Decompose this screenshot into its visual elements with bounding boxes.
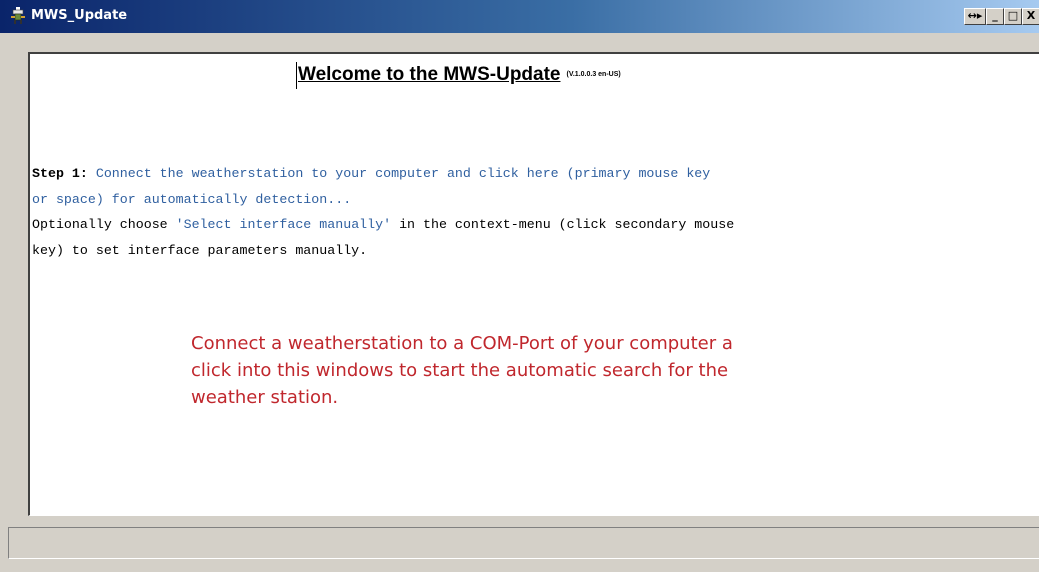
optional-line2: key) to set interface parameters manuall… [32, 242, 368, 258]
minimize-button[interactable]: _ [986, 8, 1004, 25]
dock-button[interactable]: ↔▸ [964, 8, 986, 25]
optional-suffix: in the context-menu (click secondary mou… [391, 217, 735, 232]
text-caret [296, 62, 297, 89]
step1-instructions[interactable]: Step 1: Connect the weatherstation to yo… [32, 161, 1032, 263]
step1-line2[interactable]: or space) for automatically detection... [32, 187, 1032, 213]
annotation-line2: click into this windows to start the aut… [191, 360, 729, 381]
select-interface-manually-text: 'Select interface manually' [175, 217, 392, 232]
window-title: MWS_Update [31, 8, 128, 23]
step1-link-text[interactable]: Connect the weatherstation to your compu… [96, 166, 710, 181]
status-bar [8, 527, 1039, 559]
welcome-heading: Welcome to the MWS-Update (V.1.0.0.3 en-U… [298, 64, 621, 90]
step1-label: Step 1: [32, 166, 88, 181]
annotation-line3: weather station. [191, 387, 339, 408]
step1-line1[interactable]: Step 1: Connect the weatherstation to yo… [32, 161, 1032, 187]
optional-prefix: Optionally choose [32, 217, 176, 232]
maximize-button[interactable]: □ [1004, 8, 1022, 25]
welcome-title: Welcome to the MWS-Update [298, 64, 561, 85]
weatherstation-app-icon [11, 7, 25, 24]
annotation-line1: Connect a weatherstation to a COM-Port o… [191, 333, 733, 354]
version-label: (V.1.0.0.3 en-US) [566, 71, 621, 78]
close-button[interactable]: X [1022, 8, 1039, 25]
optional-line1: Optionally choose 'Select interface manu… [32, 212, 1032, 238]
annotation-note: Connect a weatherstation to a COM-Port o… [191, 330, 851, 411]
title-bar[interactable]: MWS_Update ↔▸ _ □ X [0, 0, 1039, 33]
update-content-area[interactable]: Welcome to the MWS-Update (V.1.0.0.3 en-U… [28, 52, 1039, 516]
